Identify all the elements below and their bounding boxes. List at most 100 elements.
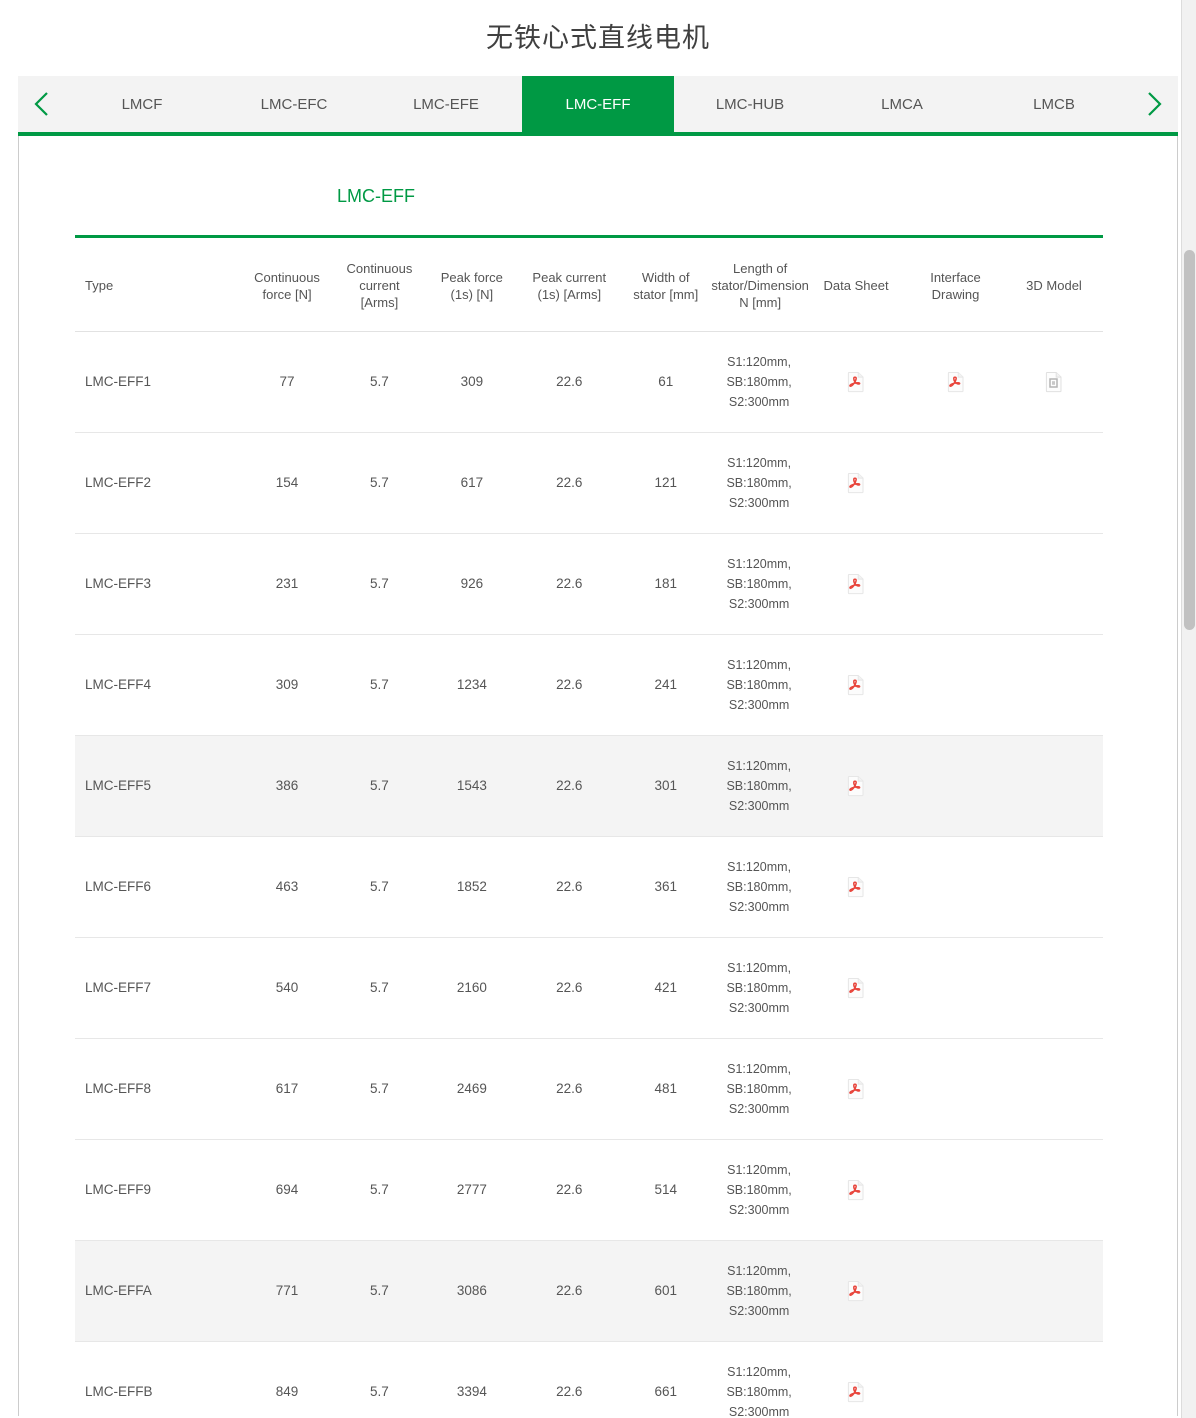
cell-continuous-current: 5.7 [334, 432, 425, 534]
cell-interface-drawing [906, 937, 1005, 1039]
tab-bar: LMCF LMC-EFC LMC-EFE LMC-EFF LMC-HUB LMCA LMCB [18, 76, 1178, 132]
cell-interface-drawing [906, 533, 1005, 635]
cell-data-sheet[interactable] [806, 1038, 907, 1140]
tab-next-arrow[interactable] [1130, 76, 1178, 132]
cell-width-of-stator: 61 [619, 331, 713, 433]
scrollbar-thumb[interactable] [1184, 250, 1195, 630]
cell-data-sheet[interactable] [806, 735, 907, 837]
cell-continuous-force: 386 [239, 735, 335, 837]
pdf-icon[interactable] [847, 1079, 865, 1100]
cell-peak-current: 22.6 [519, 937, 620, 1039]
cell-type: LMC-EFF5 [75, 735, 240, 837]
spec-table-head: Type Continuous force [N] Continuous curre… [75, 236, 1103, 332]
page-title: 无铁心式直线电机 [486, 23, 710, 53]
cell-continuous-force: 77 [239, 331, 335, 433]
table-row: LMC-EFF2 154 5.7 617 22.6 121 S1:120mm, SB:180… [75, 432, 1103, 534]
cell-peak-force: 3086 [424, 1240, 520, 1342]
tab-label: LMC-EFC [260, 95, 328, 113]
tab-lmca[interactable]: LMCA [826, 76, 978, 132]
column-header-interface-drawing: Interface Drawing [906, 236, 1005, 332]
pdf-icon[interactable] [847, 372, 865, 393]
cell-continuous-current: 5.7 [334, 533, 425, 635]
cell-length-of-stator: S1:120mm, SB:180mm, S2:300mm [712, 533, 807, 635]
cell-continuous-force: 309 [239, 634, 335, 736]
tab-label: LMC-EFF [565, 95, 631, 113]
pdf-icon[interactable] [947, 372, 965, 393]
pdf-icon[interactable] [847, 675, 865, 696]
column-header-3d-model: 3D Model [1004, 236, 1103, 332]
pdf-icon[interactable] [847, 473, 865, 494]
cell-data-sheet[interactable] [806, 634, 907, 736]
pdf-icon[interactable] [847, 877, 865, 898]
table-row: LMC-EFF6 463 5.7 1852 22.6 361 S1:120mm, SB:18… [75, 836, 1103, 938]
column-header-continuous-current: Continuous current [Arms] [334, 236, 425, 332]
tab-lmc-efc[interactable]: LMC-EFC [218, 76, 370, 132]
cell-peak-force: 1852 [424, 836, 520, 938]
stator-dimensions: S1:120mm, SB:180mm, S2:300mm [726, 456, 792, 510]
cell-3d-model [1004, 1341, 1103, 1418]
cell-data-sheet[interactable] [806, 432, 907, 534]
column-header-continuous-force: Continuous force [N] [239, 236, 335, 332]
cell-data-sheet[interactable] [806, 1240, 907, 1342]
table-row: LMC-EFFA 771 5.7 3086 22.6 601 S1:120mm, SB:18… [75, 1240, 1103, 1342]
cell-data-sheet[interactable] [806, 1139, 907, 1241]
table-row: LMC-EFF5 386 5.7 1543 22.6 301 S1:120mm, SB:18… [75, 735, 1103, 837]
cell-width-of-stator: 601 [619, 1240, 713, 1342]
cell-data-sheet[interactable] [806, 1341, 907, 1418]
cell-type: LMC-EFF2 [75, 432, 240, 534]
pdf-icon[interactable] [847, 978, 865, 999]
cell-peak-current: 22.6 [519, 735, 620, 837]
tab-label: LMC-EFE [413, 95, 479, 113]
cell-width-of-stator: 421 [619, 937, 713, 1039]
tab-lmc-eff[interactable]: LMC-EFF [522, 76, 674, 132]
content-panel: LMC-EFF Type Continuous force [N] Continu… [18, 136, 1178, 1418]
cell-interface-drawing[interactable] [906, 331, 1005, 433]
cell-type: LMC-EFFB [75, 1341, 240, 1418]
tab-lmc-hub[interactable]: LMC-HUB [674, 76, 826, 132]
pdf-icon[interactable] [847, 1180, 865, 1201]
tab-prev-arrow[interactable] [18, 76, 66, 132]
cell-data-sheet[interactable] [806, 937, 907, 1039]
pdf-icon[interactable] [847, 1382, 865, 1403]
cell-peak-force: 2469 [424, 1038, 520, 1140]
3d-model-icon[interactable] [1045, 372, 1063, 393]
cell-type: LMC-EFFA [75, 1240, 240, 1342]
cell-width-of-stator: 241 [619, 634, 713, 736]
pdf-icon[interactable] [847, 574, 865, 595]
spec-table-body: LMC-EFF1 77 5.7 309 22.6 61 S1:120mm, SB:180mm… [75, 331, 1103, 1418]
cell-data-sheet[interactable] [806, 331, 907, 433]
stator-dimensions: S1:120mm, SB:180mm, S2:300mm [726, 759, 792, 813]
stator-dimensions: S1:120mm, SB:180mm, S2:300mm [726, 1163, 792, 1217]
pdf-icon[interactable] [847, 1281, 865, 1302]
cell-continuous-current: 5.7 [334, 1341, 425, 1418]
cell-peak-force: 617 [424, 432, 520, 534]
cell-type: LMC-EFF3 [75, 533, 240, 635]
tab-label: LMCB [1033, 95, 1075, 113]
cell-continuous-current: 5.7 [334, 1038, 425, 1140]
tab-list: LMCF LMC-EFC LMC-EFE LMC-EFF LMC-HUB LMCA LMCB [66, 76, 1130, 132]
tab-lmcb[interactable]: LMCB [978, 76, 1130, 132]
cell-length-of-stator: S1:120mm, SB:180mm, S2:300mm [712, 432, 807, 534]
stator-dimensions: S1:120mm, SB:180mm, S2:300mm [726, 355, 792, 409]
tab-lmcf[interactable]: LMCF [66, 76, 218, 132]
chevron-right-icon [1145, 90, 1163, 118]
cell-continuous-current: 5.7 [334, 1240, 425, 1342]
cell-interface-drawing [906, 1341, 1005, 1418]
cell-data-sheet[interactable] [806, 836, 907, 938]
cell-continuous-current: 5.7 [334, 937, 425, 1039]
page-scrollbar[interactable] [1181, 0, 1196, 1418]
cell-length-of-stator: S1:120mm, SB:180mm, S2:300mm [712, 634, 807, 736]
table-row: LMC-EFFB 849 5.7 3394 22.6 661 S1:120mm, SB:18… [75, 1341, 1103, 1418]
pdf-icon[interactable] [847, 776, 865, 797]
cell-peak-current: 22.6 [519, 331, 620, 433]
cell-interface-drawing [906, 1038, 1005, 1140]
cell-3d-model [1004, 1240, 1103, 1342]
cell-data-sheet[interactable] [806, 533, 907, 635]
tab-lmc-efe[interactable]: LMC-EFE [370, 76, 522, 132]
cell-3d-model [1004, 735, 1103, 837]
cell-3d-model[interactable] [1004, 331, 1103, 433]
cell-peak-current: 22.6 [519, 1139, 620, 1241]
cell-continuous-force: 231 [239, 533, 335, 635]
stator-dimensions: S1:120mm, SB:180mm, S2:300mm [726, 658, 792, 712]
table-row: LMC-EFF4 309 5.7 1234 22.6 241 S1:120mm, SB:18… [75, 634, 1103, 736]
